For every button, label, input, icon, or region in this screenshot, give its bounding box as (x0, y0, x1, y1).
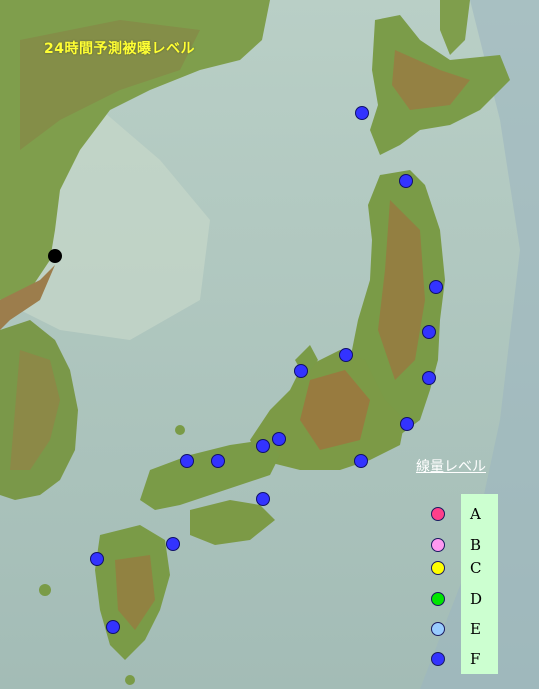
legend-label-b: B (470, 536, 482, 554)
legend-swatch-d (431, 592, 445, 606)
island (175, 425, 185, 435)
legend-swatch-e (431, 622, 445, 636)
station-marker[interactable] (90, 552, 104, 566)
legend-label-f: F (470, 650, 481, 668)
station-marker[interactable] (422, 325, 436, 339)
station-marker[interactable] (422, 371, 436, 385)
station-marker[interactable] (399, 174, 413, 188)
legend-swatch-a (431, 507, 445, 521)
station-marker[interactable] (256, 439, 270, 453)
station-marker[interactable] (354, 454, 368, 468)
legend-swatch-b (431, 538, 445, 552)
legend-label-a: A (470, 505, 481, 523)
station-marker[interactable] (355, 106, 369, 120)
island (39, 584, 51, 596)
legend-label-e: E (470, 620, 481, 638)
station-marker[interactable] (211, 454, 225, 468)
legend-label-d: D (470, 590, 483, 608)
reference-point-marker[interactable] (48, 249, 62, 263)
station-marker[interactable] (339, 348, 353, 362)
station-marker[interactable] (294, 364, 308, 378)
legend-swatch-c (431, 561, 445, 575)
station-marker[interactable] (256, 492, 270, 506)
legend-heading: 線量レベル (416, 459, 486, 475)
map-title: 24時間予測被曝レベル (44, 41, 195, 57)
station-marker[interactable] (166, 537, 180, 551)
station-marker[interactable] (400, 417, 414, 431)
station-marker[interactable] (429, 280, 443, 294)
station-marker[interactable] (106, 620, 120, 634)
island (125, 675, 135, 685)
station-marker[interactable] (180, 454, 194, 468)
legend-label-c: C (470, 559, 482, 577)
station-marker[interactable] (272, 432, 286, 446)
terrain-map (0, 0, 539, 689)
legend-swatch-f (431, 652, 445, 666)
